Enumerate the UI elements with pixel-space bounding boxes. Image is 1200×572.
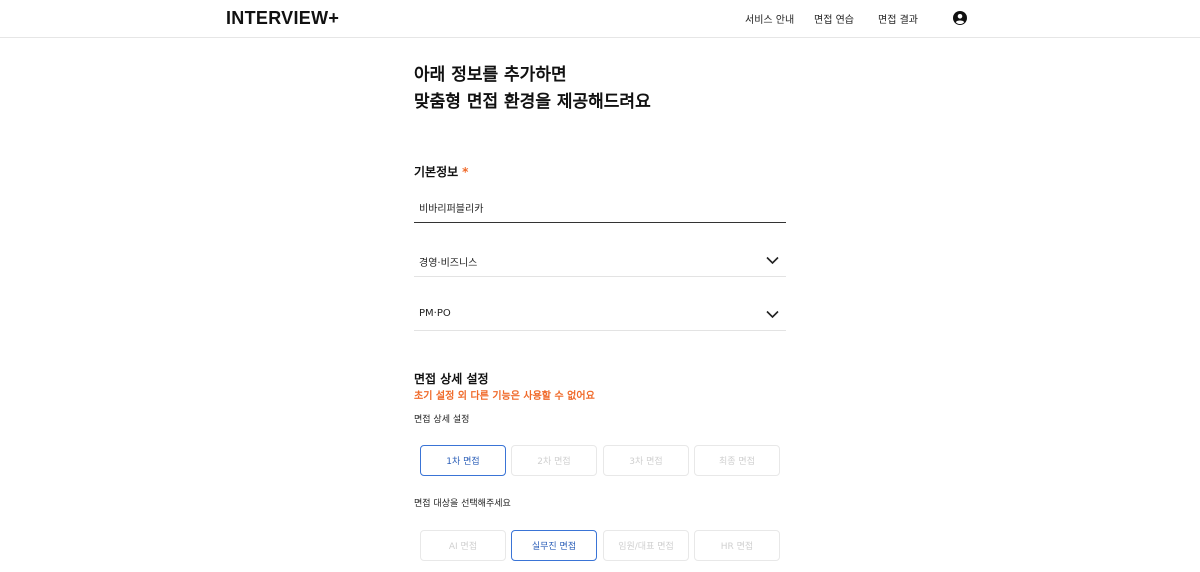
- round-option-final[interactable]: 최종 면접: [694, 445, 780, 476]
- required-mark: *: [462, 165, 469, 179]
- headline-line-2: 맞춤형 면접 환경을 제공해드려요: [414, 92, 651, 112]
- target-label: 면접 대상을 선택해주세요: [414, 499, 511, 509]
- job-role-value: PM·PO: [419, 308, 451, 319]
- job-category-select[interactable]: 경영·비즈니스: [414, 247, 786, 277]
- company-input-value: 비바리퍼블리카: [419, 204, 484, 215]
- target-option-ai[interactable]: AI 면접: [420, 530, 506, 561]
- round-option-2[interactable]: 2차 면접: [511, 445, 597, 476]
- target-option-hr[interactable]: HR 면접: [694, 530, 780, 561]
- user-circle-icon[interactable]: [953, 11, 967, 25]
- nav-service-info[interactable]: 서비스 안내: [745, 11, 794, 26]
- nav-interview-results[interactable]: 면접 결과: [878, 11, 918, 26]
- company-input[interactable]: 비바리퍼블리카: [414, 193, 786, 223]
- page-headline: 아래 정보를 추가하면 맞춤형 면접 환경을 제공해드려요: [414, 62, 651, 116]
- target-option-practitioner[interactable]: 실무진 면접: [511, 530, 597, 561]
- round-option-1[interactable]: 1차 면접: [420, 445, 506, 476]
- target-option-executive[interactable]: 임원/대표 면접: [603, 530, 689, 561]
- detail-settings-title: 면접 상세 설정: [414, 372, 489, 386]
- job-category-value: 경영·비즈니스: [419, 258, 478, 269]
- logo[interactable]: INTERVIEW+: [226, 8, 339, 29]
- round-label: 면접 상세 설정: [414, 415, 470, 425]
- job-role-select[interactable]: PM·PO: [414, 301, 786, 331]
- chevron-down-icon: [766, 256, 779, 265]
- top-header: INTERVIEW+ 서비스 안내 면접 연습 면접 결과: [0, 0, 1200, 38]
- basic-info-title-text: 기본정보: [414, 165, 459, 179]
- round-option-3[interactable]: 3차 면접: [603, 445, 689, 476]
- basic-info-title: 기본정보 *: [414, 163, 468, 180]
- detail-warning-text: 초기 설정 외 다른 기능은 사용할 수 없어요: [414, 391, 595, 402]
- headline-line-1: 아래 정보를 추가하면: [414, 65, 567, 85]
- nav-interview-practice[interactable]: 면접 연습: [814, 11, 854, 26]
- chevron-down-icon: [766, 310, 779, 319]
